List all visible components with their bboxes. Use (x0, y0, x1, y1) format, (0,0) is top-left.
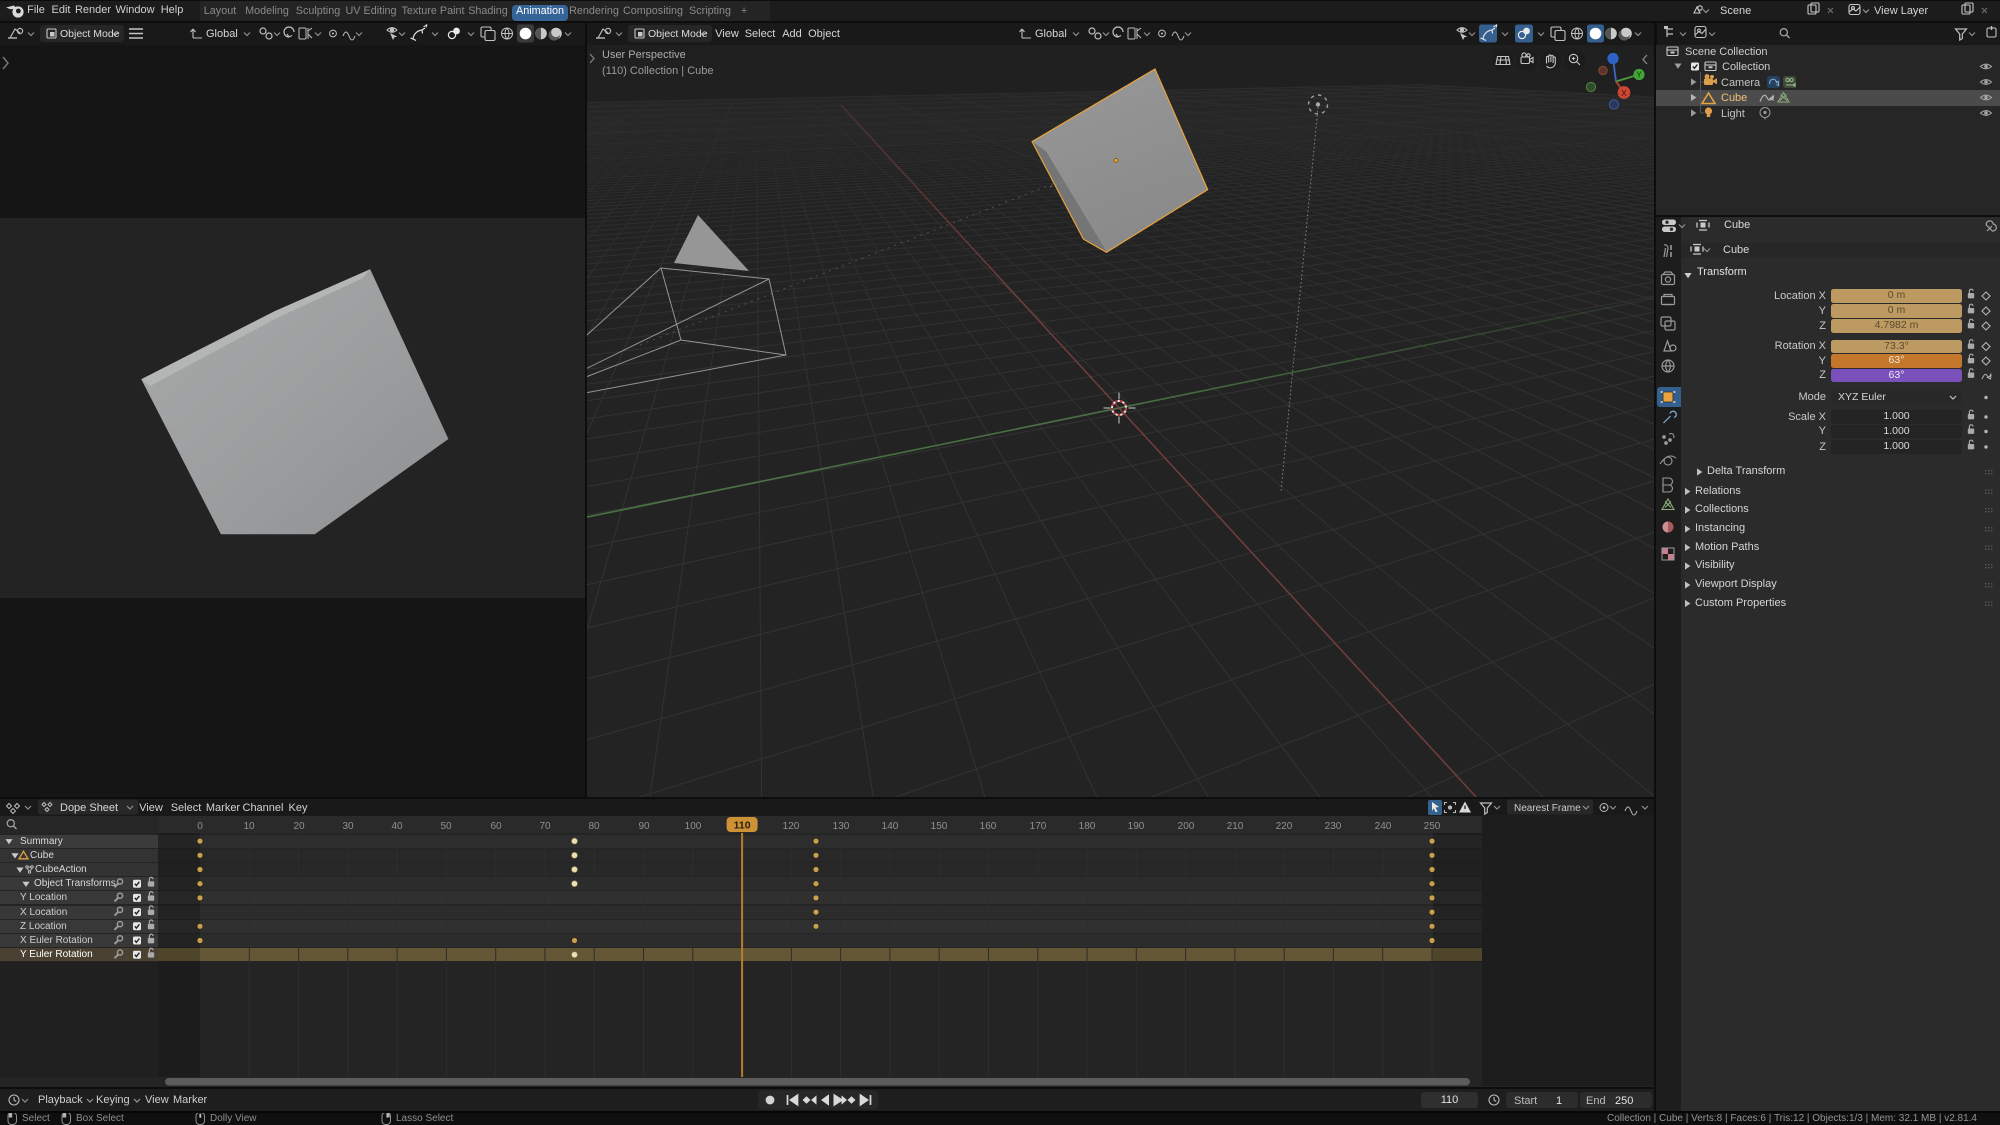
svg-text:(110) Collection | Cube: (110) Collection | Cube (602, 65, 714, 77)
svg-text:X: X (1621, 88, 1627, 98)
svg-text:Y: Y (1636, 71, 1642, 80)
svg-text:User Perspective: User Perspective (602, 49, 686, 61)
svg-text:110: 110 (734, 820, 751, 832)
